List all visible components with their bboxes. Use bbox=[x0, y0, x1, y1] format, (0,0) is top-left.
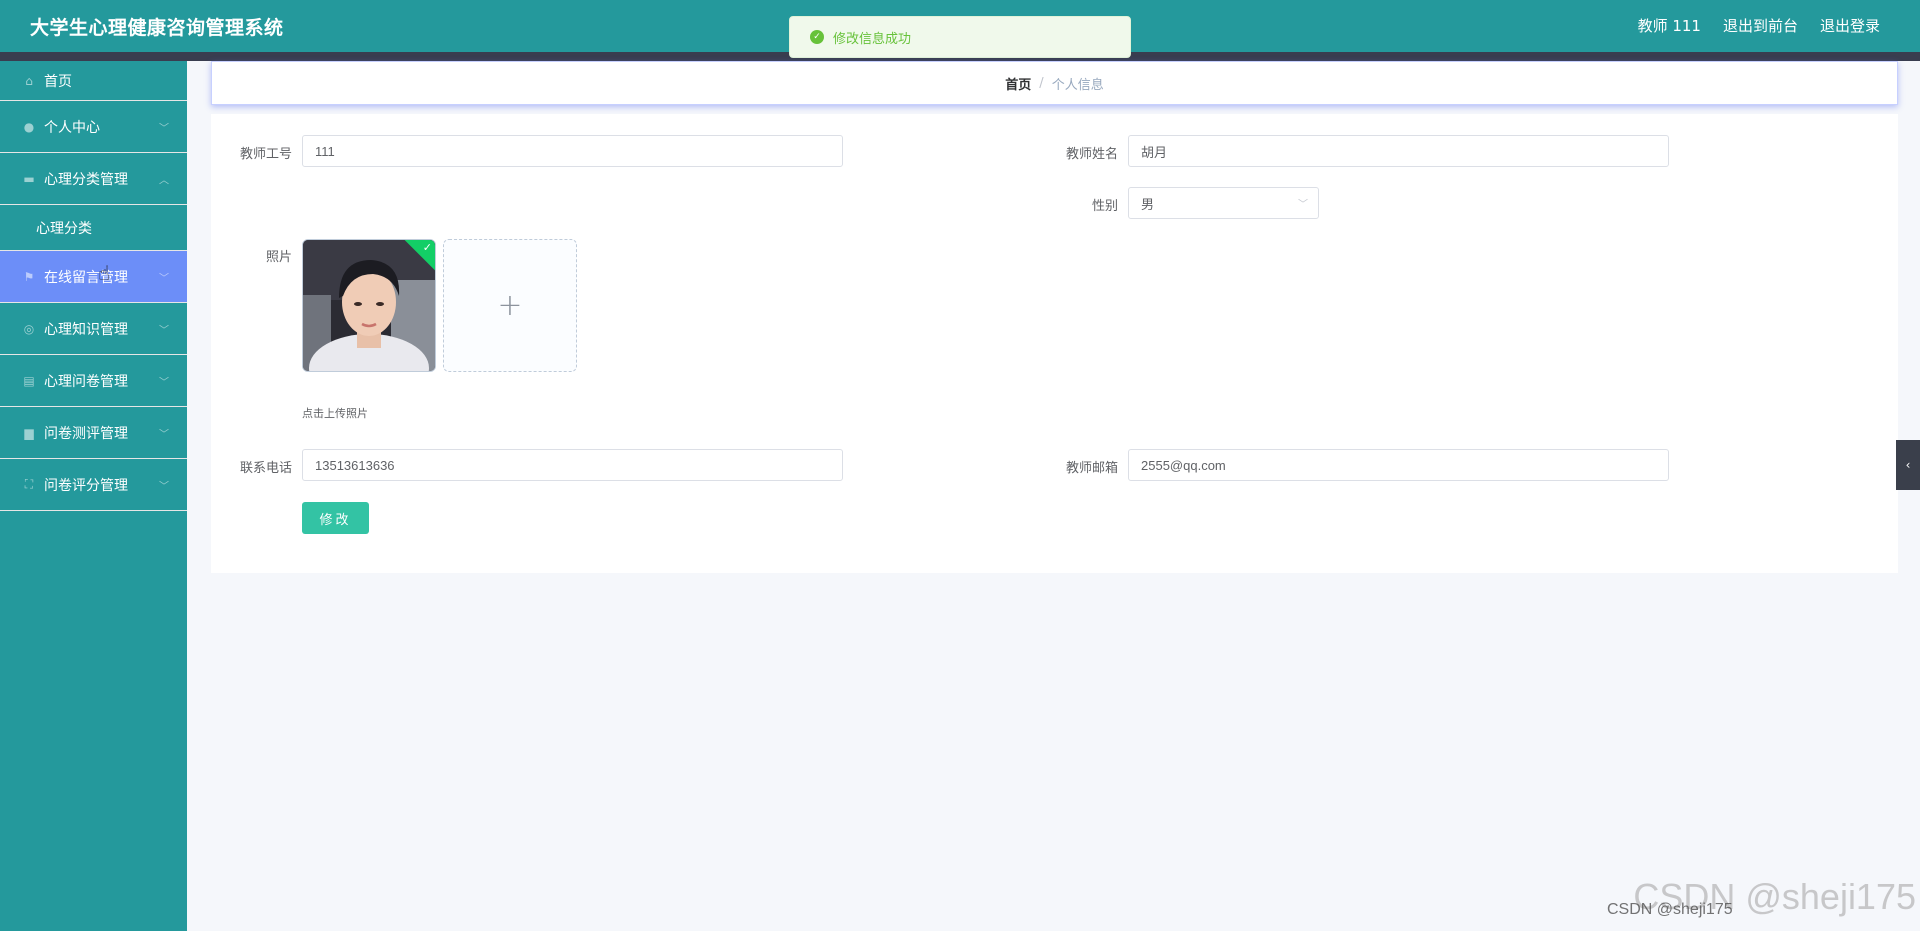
chevron-down-icon: ﹀ bbox=[159, 325, 169, 336]
sidebar-item-scoring-management[interactable]: ⛶ 问卷评分管理 ﹀ bbox=[0, 459, 187, 511]
flag-icon: ⚑ bbox=[23, 269, 35, 284]
sidebar-item-label: 心理问卷管理 bbox=[44, 373, 128, 390]
sidebar-item-label: 问卷评分管理 bbox=[44, 477, 128, 494]
clipboard-icon: ▤ bbox=[23, 373, 35, 388]
personal-info-form: 教师工号 111 教师姓名 胡月 性别 男 ﹀ 照片 ✓ + 点击上传照片 联系… bbox=[211, 114, 1898, 573]
exit-to-front-link[interactable]: 退出到前台 bbox=[1723, 15, 1798, 36]
breadcrumb: 首页 / 个人信息 bbox=[211, 61, 1898, 105]
collapse-panel-tab[interactable]: ‹ bbox=[1896, 440, 1920, 490]
sidebar-item-label: 心理知识管理 bbox=[44, 321, 128, 338]
photo-upload-button[interactable]: + bbox=[443, 239, 577, 372]
sidebar-item-label: 在线留言管理 bbox=[44, 269, 128, 286]
current-user-label[interactable]: 教师 111 bbox=[1638, 15, 1701, 36]
teacher-id-field[interactable]: 111 bbox=[302, 135, 843, 167]
chevron-left-icon: ‹ bbox=[1905, 458, 1911, 472]
phone-field[interactable]: 13513613636 bbox=[302, 449, 843, 481]
pointer-cursor-icon: ☝ bbox=[98, 261, 111, 285]
teacher-name-label: 教师姓名 bbox=[1065, 147, 1118, 162]
app-title: 大学生心理健康咨询管理系统 bbox=[30, 17, 284, 39]
user-icon: ● bbox=[23, 119, 35, 134]
sidebar-item-label: 首页 bbox=[44, 73, 72, 90]
breadcrumb-home[interactable]: 首页 bbox=[1005, 74, 1031, 93]
chevron-down-icon: ﹀ bbox=[159, 481, 169, 492]
teacher-id-label: 教师工号 bbox=[239, 147, 292, 162]
photo-label: 照片 bbox=[265, 250, 292, 265]
chevron-down-icon: ﹀ bbox=[159, 377, 169, 388]
gender-label: 性别 bbox=[1091, 199, 1118, 214]
watermark-secondary: CSDN @sheji175 bbox=[1607, 901, 1733, 918]
sidebar-item-category-management[interactable]: ▬ 心理分类管理 ︿ bbox=[0, 153, 187, 205]
sidebar-item-label: 问卷测评管理 bbox=[44, 425, 128, 442]
chevron-down-icon: ﹀ bbox=[159, 123, 169, 134]
gender-value: 男 bbox=[1141, 196, 1155, 212]
sidebar-item-questionnaire-management[interactable]: ▤ 心理问卷管理 ﹀ bbox=[0, 355, 187, 407]
sidebar-item-personal-center[interactable]: ● 个人中心 ﹀ bbox=[0, 101, 187, 153]
folder-icon: ▬ bbox=[23, 171, 35, 186]
chevron-down-icon: ﹀ bbox=[159, 273, 169, 284]
home-icon: ⌂ bbox=[25, 73, 33, 88]
toast-message: 修改信息成功 bbox=[833, 31, 912, 47]
check-icon: ✓ bbox=[422, 241, 432, 254]
sidebar-item-label: 心理分类管理 bbox=[44, 171, 128, 188]
success-toast: ✓ 修改信息成功 bbox=[789, 16, 1131, 58]
phone-label: 联系电话 bbox=[239, 461, 292, 476]
sidebar: ⌂ 首页 ● 个人中心 ﹀ ▬ 心理分类管理 ︿ 心理分类 ⚑ 在线留言管理 ﹀… bbox=[0, 61, 187, 931]
globe-icon: ◎ bbox=[23, 321, 35, 336]
breadcrumb-current: 个人信息 bbox=[1051, 77, 1104, 93]
sidebar-subitem-category[interactable]: 心理分类 bbox=[0, 205, 187, 251]
sidebar-item-knowledge-management[interactable]: ◎ 心理知识管理 ﹀ bbox=[0, 303, 187, 355]
sidebar-item-evaluation-management[interactable]: ▆ 问卷测评管理 ﹀ bbox=[0, 407, 187, 459]
profile-photo[interactable]: ✓ bbox=[302, 239, 436, 372]
sidebar-item-label: 个人中心 bbox=[44, 119, 100, 136]
profile-photo-image bbox=[303, 240, 435, 371]
chevron-down-icon: ﹀ bbox=[159, 429, 169, 440]
email-label: 教师邮箱 bbox=[1065, 461, 1118, 476]
breadcrumb-separator: / bbox=[1039, 75, 1044, 91]
sidebar-item-label: 心理分类 bbox=[36, 220, 92, 237]
update-button[interactable]: 修改 bbox=[302, 502, 369, 534]
chevron-down-icon: ﹀ bbox=[1298, 199, 1308, 211]
upload-tip: 点击上传照片 bbox=[302, 407, 368, 420]
logout-link[interactable]: 退出登录 bbox=[1820, 15, 1880, 36]
chevron-up-icon: ︿ bbox=[159, 175, 169, 186]
sidebar-item-home[interactable]: ⌂ 首页 bbox=[0, 61, 187, 101]
success-check-icon: ✓ bbox=[810, 30, 824, 44]
email-field[interactable]: 2555@qq.com bbox=[1128, 449, 1669, 481]
crop-icon: ⛶ bbox=[24, 477, 34, 491]
header-links: 教师 111 退出到前台 退出登录 bbox=[1638, 15, 1880, 36]
gender-select[interactable]: 男 ﹀ bbox=[1128, 187, 1319, 219]
teacher-name-field[interactable]: 胡月 bbox=[1128, 135, 1669, 167]
printer-icon: ▆ bbox=[24, 425, 34, 440]
plus-icon: + bbox=[497, 288, 523, 323]
sidebar-item-message-management[interactable]: ⚑ 在线留言管理 ﹀ ☝ bbox=[0, 251, 187, 303]
